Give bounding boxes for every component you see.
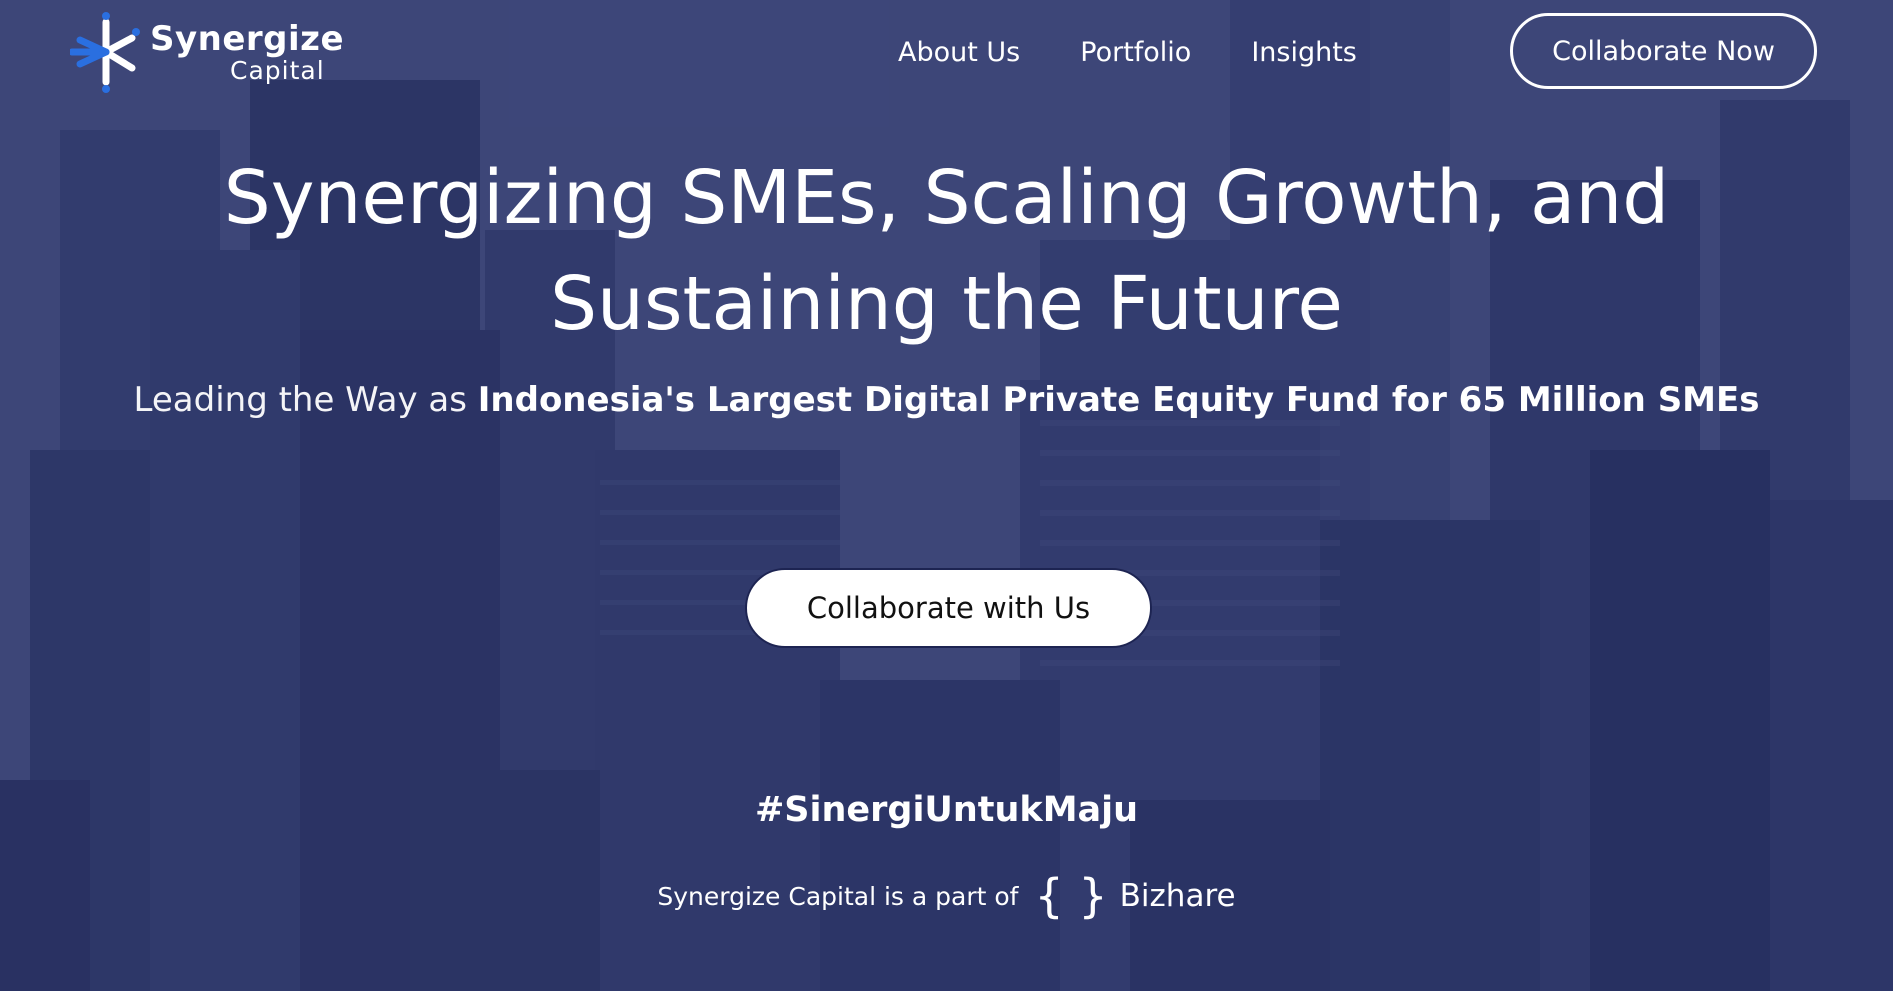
logo-name-line1: Synergize — [150, 18, 345, 59]
nav-about-us[interactable]: About Us — [898, 37, 1020, 68]
synergize-capital-logo[interactable]: Synergize Capital — [70, 10, 344, 94]
curly-braces-icon: { } — [1034, 869, 1108, 923]
logo-name-line2: Capital — [230, 55, 325, 85]
headline-line2: Sustaining the Future — [550, 261, 1343, 347]
hero-headline: Synergizing SMEs, Scaling Growth, and Su… — [0, 145, 1893, 357]
part-of-statement: Synergize Capital is a part of { } Bizha… — [0, 873, 1893, 919]
part-of-text: Synergize Capital is a part of — [657, 881, 1019, 911]
subheadline-intro: Leading the Way as — [133, 380, 478, 420]
nav-insights[interactable]: Insights — [1251, 37, 1357, 68]
starburst-logo-icon — [70, 12, 140, 93]
bizhare-logo[interactable]: { } Bizhare — [1035, 873, 1236, 919]
main-navigation: About Us Portfolio Insights — [898, 37, 1417, 68]
collaborate-now-button[interactable]: Collaborate Now — [1510, 13, 1817, 89]
hashtag-text: #SinergiUntukMaju — [754, 790, 1139, 830]
headline-line1: Synergizing SMEs, Scaling Growth, and — [223, 155, 1670, 241]
collaborate-with-us-button[interactable]: Collaborate with Us — [745, 568, 1152, 648]
nav-portfolio[interactable]: Portfolio — [1080, 37, 1191, 68]
bizhare-name: Bizhare — [1119, 878, 1236, 914]
subheadline-emphasis: Indonesia's Largest Digital Private Equi… — [477, 380, 1760, 420]
hero-subheadline: Leading the Way as Indonesia's Largest D… — [0, 380, 1893, 420]
